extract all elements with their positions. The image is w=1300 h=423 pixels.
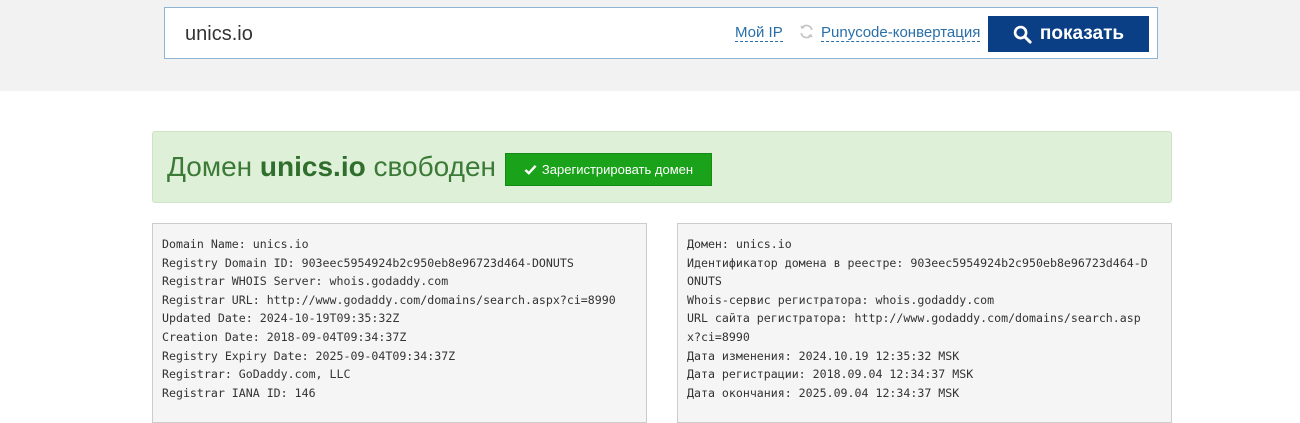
whois-line: Registry Domain ID: 903eec5954924b2c950e…	[162, 255, 574, 270]
check-icon	[524, 164, 537, 175]
show-button[interactable]: показать	[988, 16, 1149, 52]
punycode-link[interactable]: Punycode-конвертация	[821, 24, 981, 42]
whois-line: Updated Date: 2024-10-19T09:35:32Z	[162, 311, 400, 326]
status-domain: unics.io	[259, 151, 366, 182]
register-domain-button[interactable]: Зарегистрировать домен	[505, 153, 712, 186]
whois-line: Дата регистрации: 2018.09.04 12:34:37 MS…	[687, 367, 974, 382]
domain-search-input[interactable]	[185, 20, 705, 48]
whois-line: x?ci=8990	[687, 329, 750, 344]
show-button-label: показать	[1039, 23, 1125, 44]
whois-line: Домен: unics.io	[687, 237, 792, 251]
whois-line: Whois-сервис регистратора: whois.godaddy…	[687, 292, 995, 307]
whois-line: Идентификатор домена в реестре: 903eec59…	[687, 255, 1148, 270]
refresh-icon[interactable]	[798, 23, 815, 40]
search-bar: Мой IP Punycode-конвертация показать	[164, 7, 1158, 59]
domain-status-heading: Домен unics.io свободен	[167, 150, 496, 184]
whois-line: ONUTS	[687, 274, 722, 289]
whois-line: Дата окончания: 2025.09.04 12:34:37 MSK	[687, 385, 960, 400]
whois-line: Registrar IANA ID: 146	[162, 385, 316, 400]
whois-line: Registrar URL: http://www.godaddy.com/do…	[162, 292, 616, 307]
whois-line: Registrar WHOIS Server: whois.godaddy.co…	[162, 274, 449, 289]
status-prefix: Домен	[167, 151, 253, 182]
whois-line: Creation Date: 2018-09-04T09:34:37Z	[162, 329, 407, 344]
whois-original-panel: Domain Name: unics.io Registry Domain ID…	[152, 223, 647, 423]
whois-line: URL сайта регистратора: http://www.godad…	[687, 311, 1141, 326]
domain-status-panel: Домен unics.io свободен Зарегистрировать…	[152, 131, 1172, 203]
my-ip-link[interactable]: Мой IP	[735, 24, 783, 42]
register-domain-label: Зарегистрировать домен	[541, 162, 694, 177]
search-icon	[1013, 25, 1032, 44]
whois-line: Registrar: GoDaddy.com, LLC	[162, 367, 351, 382]
status-suffix: свободен	[373, 151, 497, 182]
search-header: Мой IP Punycode-конвертация показать	[0, 0, 1300, 91]
whois-line: Registry Expiry Date: 2025-09-04T09:34:3…	[162, 348, 456, 363]
whois-line: Domain Name: unics.io	[162, 237, 309, 251]
whois-line: Дата изменения: 2024.10.19 12:35:32 MSK	[687, 348, 960, 363]
whois-translated-panel: Домен: unics.io Идентификатор домена в р…	[677, 223, 1172, 423]
